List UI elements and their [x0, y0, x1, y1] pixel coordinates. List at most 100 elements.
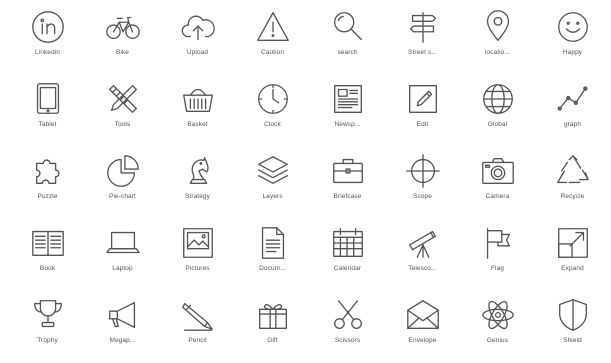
icon-tile-trophy[interactable]: Trophy: [10, 291, 85, 363]
pencil-icon: [181, 302, 213, 331]
icon-label: Pie-chart: [109, 193, 136, 200]
icon-label: Docum...: [259, 265, 286, 272]
icon-label: Upload: [186, 49, 209, 56]
icon-tile-puzzle[interactable]: Puzzle: [10, 147, 85, 219]
icon-label: Trophy: [37, 337, 58, 344]
icon-tile-pie-chart[interactable]: Pie-chart: [85, 147, 160, 219]
icon-label: Puzzle: [37, 193, 58, 200]
icon-label: Scope: [413, 193, 432, 200]
icon-tile-laptop[interactable]: Laptop: [85, 219, 160, 291]
icon-label: Envelope: [408, 337, 437, 344]
expand-icon: [557, 228, 588, 258]
strategy-icon: [189, 157, 209, 185]
icon-label: Clock: [264, 121, 281, 128]
megaphone-icon: [108, 301, 135, 329]
trophy-icon: [33, 300, 62, 328]
tablet-icon: [36, 83, 59, 114]
telescope-icon: [408, 230, 436, 258]
global-icon: [482, 84, 513, 114]
icon-tile-pictures[interactable]: Pictures: [160, 219, 235, 291]
icon-label: Tools: [114, 121, 131, 128]
document-icon: [261, 227, 284, 259]
icon-tile-telescope[interactable]: Telesco...: [385, 219, 460, 291]
icon-label: Gift: [267, 337, 278, 344]
scissors-icon: [333, 300, 362, 329]
icon-label: Camera: [485, 193, 510, 200]
icon-tile-scissors[interactable]: Scissors: [310, 291, 385, 363]
icon-tile-street-sign[interactable]: Street s...: [385, 3, 460, 75]
icon-tile-shield[interactable]: Shield: [535, 291, 610, 363]
icon-tile-genius[interactable]: Genius: [460, 291, 535, 363]
search-icon: [333, 12, 362, 41]
icon-label: Telesco...: [408, 265, 437, 272]
icon-label: Scissors: [334, 337, 361, 344]
icon-label: locatio...: [484, 49, 511, 56]
icon-tile-edit[interactable]: Edit: [385, 75, 460, 147]
icon-tile-linkedin[interactable]: Linkedin: [10, 3, 85, 75]
icon-tile-megaphone[interactable]: Megap...: [85, 291, 160, 363]
icon-tile-camera[interactable]: Camera: [460, 147, 535, 219]
icon-tile-document[interactable]: Docum...: [235, 219, 310, 291]
icon-tile-happy[interactable]: Happy: [535, 3, 610, 75]
camera-icon: [481, 157, 514, 185]
icon-label: Street s...: [408, 49, 437, 56]
icon-tile-caution[interactable]: Caution: [235, 3, 310, 75]
icon-label: Linkedin: [34, 49, 60, 56]
linkedin-icon: [31, 11, 64, 43]
icon-label: Flag: [490, 265, 505, 272]
street-sign-icon: [409, 12, 436, 43]
puzzle-icon: [35, 159, 60, 185]
pictures-icon: [182, 228, 213, 258]
icon-tile-strategy[interactable]: Strategy: [160, 147, 235, 219]
envelope-icon: [406, 300, 439, 329]
book-icon: [31, 230, 64, 257]
icon-tile-search[interactable]: search: [310, 3, 385, 75]
icon-label: Book: [39, 265, 56, 272]
layers-icon: [257, 156, 288, 185]
icon-label: Happy: [562, 49, 583, 56]
icon-tile-tools[interactable]: Tools: [85, 75, 160, 147]
happy-icon: [557, 12, 588, 42]
icon-label: Megap...: [109, 337, 136, 344]
icon-label: Basket: [187, 121, 208, 128]
tools-icon: [108, 85, 137, 113]
icon-tile-recycle[interactable]: Recycle: [535, 147, 610, 219]
icon-tile-graph[interactable]: graph: [535, 75, 610, 147]
icon-tile-tablet[interactable]: Tablet: [10, 75, 85, 147]
icon-tile-basket[interactable]: Basket: [160, 75, 235, 147]
icon-label: Pencil: [188, 337, 207, 344]
pie-chart-icon: [106, 155, 139, 187]
icon-tile-clock[interactable]: Clock: [235, 75, 310, 147]
icon-label: Edit: [416, 121, 429, 128]
recycle-icon: [556, 155, 589, 184]
icon-tile-bike[interactable]: Bike: [85, 3, 160, 75]
icon-tile-briefcase[interactable]: Briefcase: [310, 147, 385, 219]
newspaper-icon: [333, 85, 362, 113]
icon-label: search: [337, 49, 358, 56]
icon-tile-flag[interactable]: Flag: [460, 219, 535, 291]
icon-tile-global[interactable]: Global: [460, 75, 535, 147]
icon-tile-gift[interactable]: Gift: [235, 291, 310, 363]
icon-label: Shield: [563, 337, 582, 344]
icon-tile-upload[interactable]: Upload: [160, 3, 235, 75]
icon-label: Newsp...: [334, 121, 361, 128]
icon-tile-envelope[interactable]: Envelope: [385, 291, 460, 363]
icon-tile-book[interactable]: Book: [10, 219, 85, 291]
icon-label: Expand: [561, 265, 584, 272]
briefcase-icon: [332, 158, 363, 184]
bike-icon: [105, 16, 140, 40]
icon-tile-calendar[interactable]: Calendar: [310, 219, 385, 291]
icon-tile-pencil[interactable]: Pencil: [160, 291, 235, 363]
icon-tile-scope[interactable]: Scope: [385, 147, 460, 219]
icon-grid: Linkedin Bike Upload Caution search Stre…: [0, 0, 611, 363]
icon-tile-newspaper[interactable]: Newsp...: [310, 75, 385, 147]
upload-icon: [181, 15, 215, 41]
icon-label: Recycle: [560, 193, 585, 200]
scope-icon: [405, 154, 440, 188]
icon-tile-layers[interactable]: Layers: [235, 147, 310, 219]
icon-tile-location[interactable]: locatio...: [460, 3, 535, 75]
clock-icon: [257, 84, 288, 114]
icon-tile-expand[interactable]: Expand: [535, 219, 610, 291]
icon-label: Layers: [262, 193, 283, 200]
graph-icon: [557, 86, 588, 111]
